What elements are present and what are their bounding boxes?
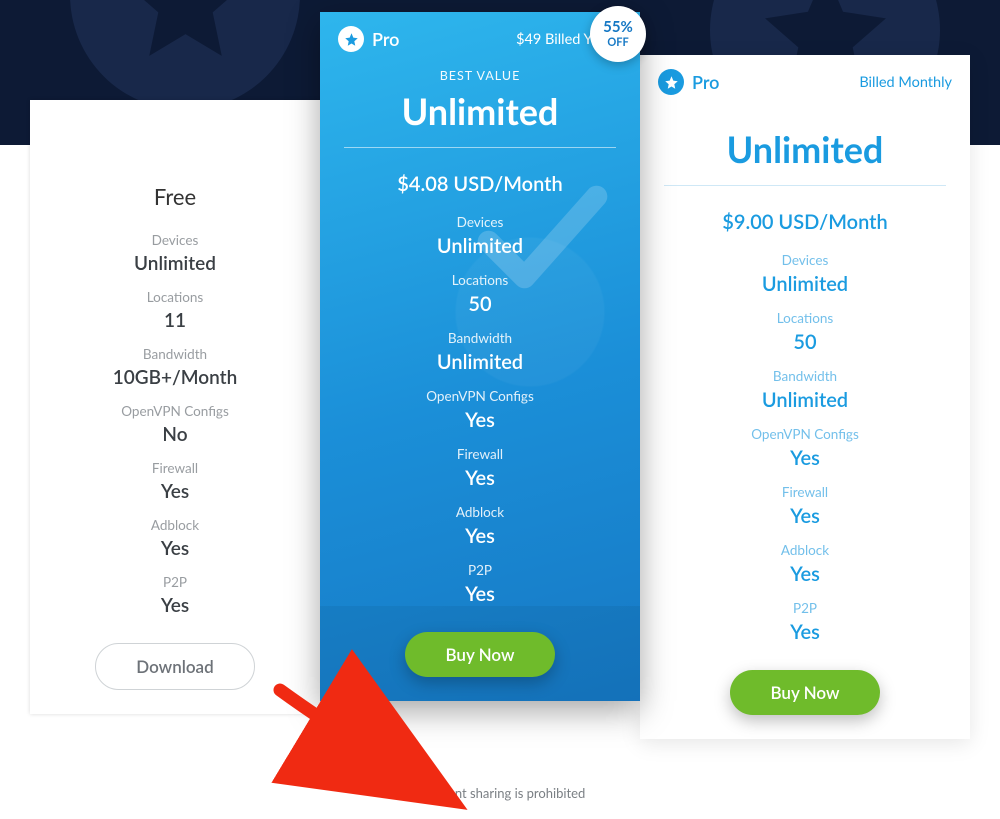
plan-title-row: Pro — [338, 26, 399, 52]
star-icon — [338, 26, 364, 52]
feature-value: 50 — [793, 330, 816, 354]
feature-label: Locations — [147, 289, 204, 305]
best-value-badge: BEST VALUE — [320, 68, 640, 83]
feature-label: Bandwidth — [448, 330, 512, 346]
feature-label: Firewall — [152, 460, 198, 476]
plan-card-monthly: Pro Billed Monthly Unlimited $9.00 USD/M… — [640, 55, 970, 739]
buy-now-yearly-button[interactable]: Buy Now — [405, 632, 554, 677]
cta-row: Buy Now — [640, 644, 970, 739]
feature-row: Devices Unlimited — [320, 214, 640, 258]
feature-row: OpenVPN Configs No — [30, 403, 320, 446]
plan-price: $4.08 USD/Month — [320, 172, 640, 196]
feature-label: Adblock — [781, 542, 829, 558]
feature-value: Yes — [465, 582, 495, 606]
feature-row: OpenVPN Configs Yes — [320, 388, 640, 432]
plan-title-row: Pro — [658, 69, 719, 95]
discount-badge: 55% OFF — [590, 6, 646, 62]
cta-row: Buy Now — [320, 606, 640, 701]
plan-card-limited: Limited Free Devices Unlimited Locations 1… — [30, 100, 320, 714]
feature-label: Locations — [452, 272, 509, 288]
pricing-cards: Limited Free Devices Unlimited Locations 1… — [0, 0, 1000, 739]
feature-row: Locations 50 — [320, 272, 640, 316]
footnote: *Account sharing is prohibited — [0, 785, 1000, 801]
feature-row: Adblock Yes — [640, 542, 970, 586]
feature-row: Firewall Yes — [320, 446, 640, 490]
feature-row: Bandwidth Unlimited — [640, 368, 970, 412]
feature-label: P2P — [163, 574, 187, 590]
plan-name: Unlimited — [664, 127, 946, 186]
feature-value: 11 — [164, 309, 186, 332]
feature-value: 50 — [468, 292, 491, 316]
feature-row: Devices Unlimited — [30, 232, 320, 275]
feature-value: Yes — [161, 537, 189, 560]
feature-value: No — [162, 423, 187, 446]
feature-row: Firewall Yes — [30, 460, 320, 503]
feature-label: Adblock — [456, 504, 504, 520]
feature-value: Unlimited — [437, 234, 523, 258]
plan-price: $9.00 USD/Month — [640, 210, 970, 234]
feature-label: Adblock — [151, 517, 199, 533]
feature-row: Devices Unlimited — [640, 252, 970, 296]
feature-label: Bandwidth — [773, 368, 837, 384]
discount-off: OFF — [607, 37, 628, 48]
feature-value: Unlimited — [762, 272, 848, 296]
feature-value: Yes — [790, 446, 820, 470]
feature-label: Devices — [152, 232, 199, 248]
feature-label: Locations — [777, 310, 834, 326]
feature-value: Yes — [790, 562, 820, 586]
feature-value: Yes — [465, 466, 495, 490]
discount-percent: 55% — [603, 20, 633, 35]
feature-row: OpenVPN Configs Yes — [640, 426, 970, 470]
feature-value: Yes — [465, 524, 495, 548]
feature-label: Devices — [457, 214, 504, 230]
feature-label: P2P — [468, 562, 492, 578]
feature-row: P2P Yes — [640, 600, 970, 644]
plan-name: Unlimited — [344, 89, 616, 148]
plan-tier-free: Free — [30, 167, 320, 218]
feature-label: Firewall — [782, 484, 828, 500]
feature-value: Yes — [161, 480, 189, 503]
cta-row: Download — [30, 617, 320, 714]
download-button[interactable]: Download — [95, 643, 254, 690]
feature-label: Devices — [782, 252, 829, 268]
feature-row: Adblock Yes — [320, 504, 640, 548]
feature-row: P2P Yes — [320, 562, 640, 606]
pro-label: Pro — [692, 71, 719, 93]
feature-label: OpenVPN Configs — [426, 388, 534, 404]
feature-row: Bandwidth Unlimited — [320, 330, 640, 374]
feature-row: Adblock Yes — [30, 517, 320, 560]
feature-value: Unlimited — [134, 252, 216, 275]
feature-value: Unlimited — [762, 388, 848, 412]
feature-label: OpenVPN Configs — [121, 403, 229, 419]
billing-note: Billed Monthly — [859, 74, 952, 91]
pro-label: Pro — [372, 28, 399, 50]
feature-value: Unlimited — [437, 350, 523, 374]
feature-label: P2P — [793, 600, 817, 616]
buy-now-monthly-button[interactable]: Buy Now — [730, 670, 879, 715]
feature-label: Firewall — [457, 446, 503, 462]
feature-value: Yes — [790, 504, 820, 528]
feature-row: Firewall Yes — [640, 484, 970, 528]
feature-value: Yes — [465, 408, 495, 432]
plan-header-limited: Limited — [30, 100, 320, 167]
feature-row: Locations 11 — [30, 289, 320, 332]
feature-value: Yes — [161, 594, 189, 617]
plan-card-yearly: 55% OFF Pro $49 Billed Yearly BEST VALUE… — [320, 12, 640, 701]
feature-value: Yes — [790, 620, 820, 644]
feature-row: Locations 50 — [640, 310, 970, 354]
feature-row: Bandwidth 10GB+/Month — [30, 346, 320, 389]
feature-label: Bandwidth — [143, 346, 207, 362]
plan-top-bar: Pro Billed Monthly — [640, 55, 970, 101]
star-icon — [658, 69, 684, 95]
feature-label: OpenVPN Configs — [751, 426, 859, 442]
feature-row: P2P Yes — [30, 574, 320, 617]
feature-value: 10GB+/Month — [113, 366, 238, 389]
